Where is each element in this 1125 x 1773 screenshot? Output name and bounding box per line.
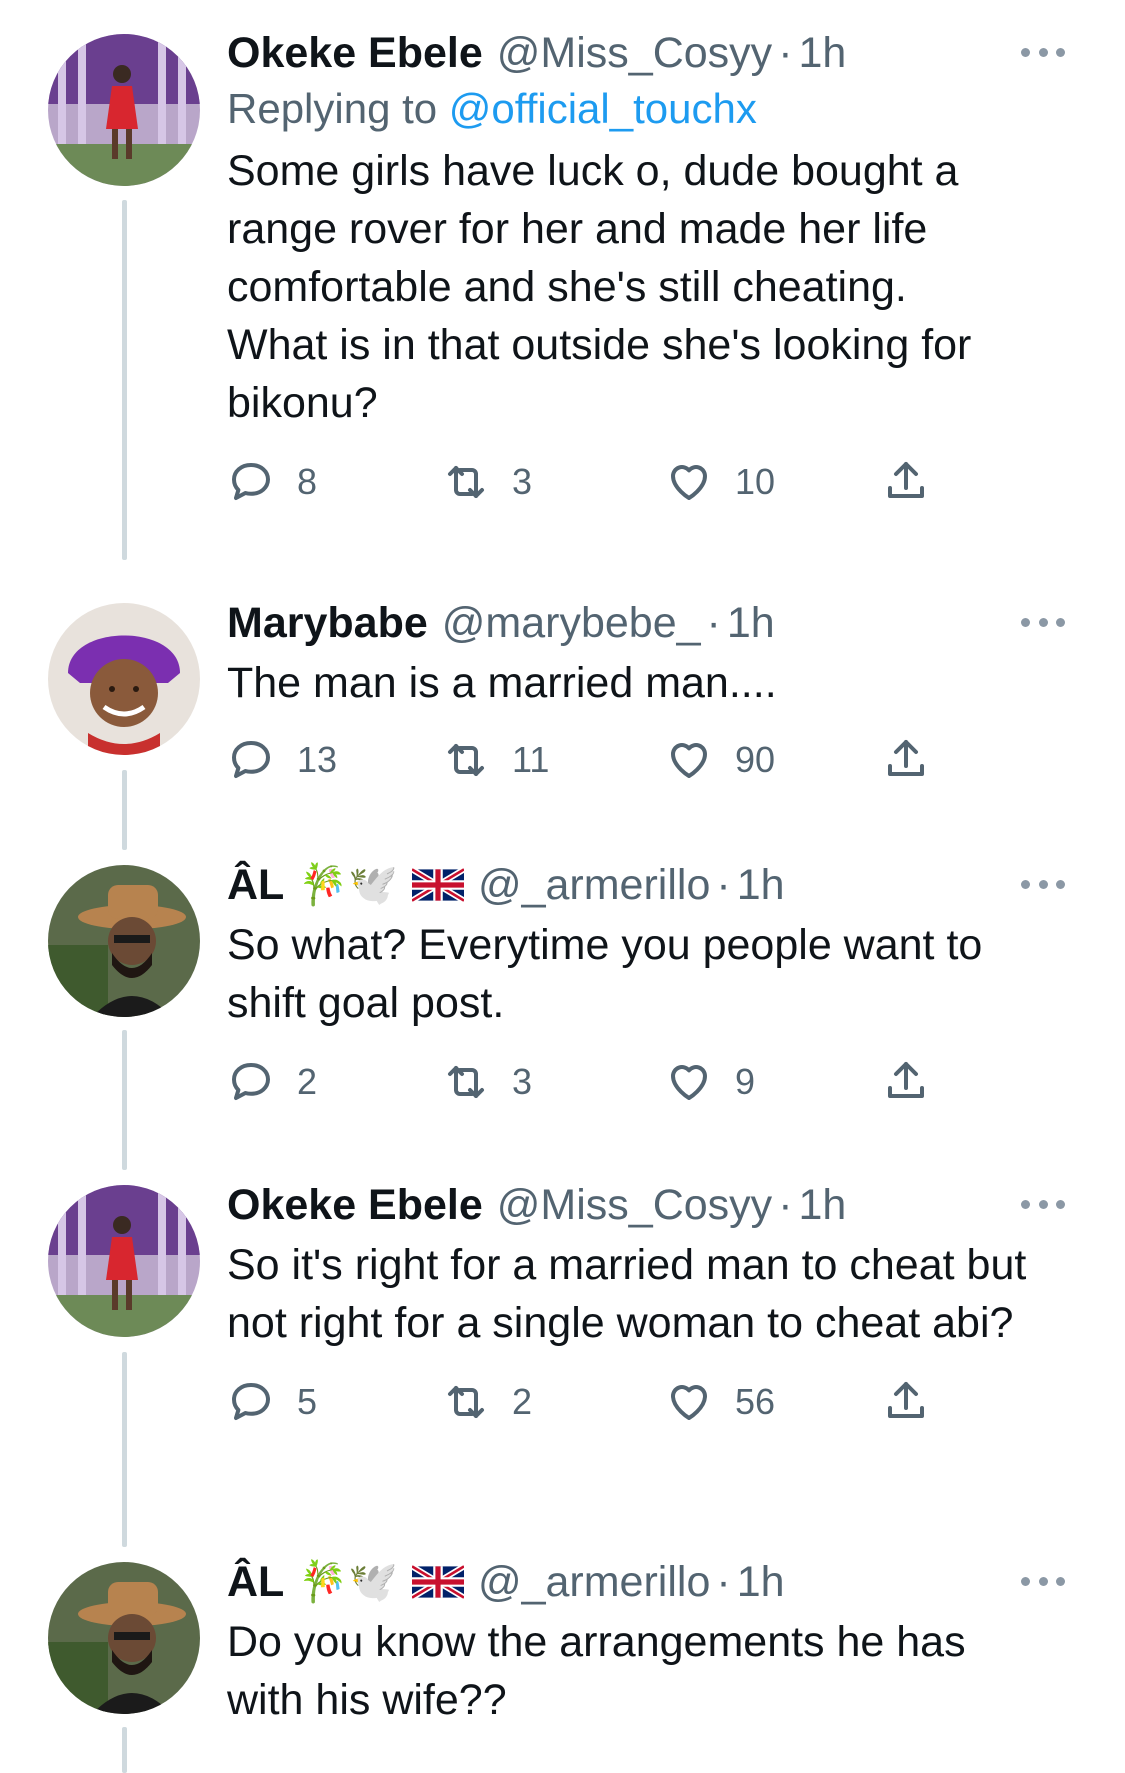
- replying-prefix: Replying to: [227, 85, 449, 132]
- retweet-icon: [442, 736, 490, 784]
- author-name[interactable]: Okeke Ebele: [227, 1178, 483, 1232]
- name-emojis: 🎋🕊️: [298, 1560, 398, 1604]
- author-handle[interactable]: @_armerillo: [478, 1555, 710, 1609]
- retweet-icon: [442, 1378, 490, 1426]
- avatar[interactable]: [48, 1185, 200, 1337]
- like-count: 56: [735, 1381, 776, 1422]
- like-count: 90: [735, 739, 776, 780]
- author-name[interactable]: Okeke Ebele: [227, 26, 483, 80]
- reply-count: 2: [297, 1061, 318, 1102]
- share-icon: [882, 458, 930, 506]
- author-handle[interactable]: @Miss_Cosyy: [497, 26, 772, 80]
- retweet-count: 2: [512, 1381, 533, 1422]
- avatar[interactable]: [48, 1562, 200, 1714]
- author-name[interactable]: ÂL: [227, 858, 284, 912]
- share-button[interactable]: [882, 1378, 930, 1426]
- separator-dot: ·: [716, 1558, 731, 1606]
- retweet-button[interactable]: 2: [442, 1378, 532, 1426]
- avatar[interactable]: [48, 603, 200, 755]
- reply-icon: [227, 736, 275, 784]
- thread-line: [122, 1352, 127, 1547]
- reply-count: 5: [297, 1381, 318, 1422]
- like-button[interactable]: 90: [665, 736, 775, 784]
- reply-icon: [227, 458, 275, 506]
- author-handle[interactable]: @_armerillo: [478, 858, 710, 912]
- more-icon[interactable]: [1021, 1184, 1065, 1224]
- retweet-count: 11: [512, 739, 550, 780]
- timestamp[interactable]: 1h: [737, 858, 785, 912]
- avatar[interactable]: [48, 34, 200, 186]
- reply-icon: [227, 1378, 275, 1426]
- thread-line: [122, 1030, 127, 1170]
- share-icon: [882, 736, 930, 784]
- more-icon[interactable]: [1021, 864, 1065, 904]
- action-bar: 13 11 90: [227, 736, 1065, 796]
- author-handle[interactable]: @marybebe_: [442, 596, 701, 650]
- more-icon[interactable]: [1021, 1561, 1065, 1601]
- share-icon: [882, 1378, 930, 1426]
- like-button[interactable]: 9: [665, 1058, 755, 1106]
- reply-icon: [227, 1058, 275, 1106]
- timestamp[interactable]: 1h: [727, 596, 775, 650]
- reply-button[interactable]: 8: [227, 458, 317, 506]
- reply-button[interactable]: 2: [227, 1058, 317, 1106]
- share-button[interactable]: [882, 1058, 930, 1106]
- name-emojis: 🎋🕊️: [298, 863, 398, 907]
- thread-line: [122, 200, 127, 560]
- tweet-text: Do you know the arrangements he has with…: [227, 1618, 966, 1724]
- separator-dot: ·: [706, 599, 721, 647]
- reply-button[interactable]: 13: [227, 736, 337, 784]
- like-count: 9: [735, 1061, 756, 1102]
- thread-line: [122, 1727, 127, 1773]
- more-icon[interactable]: [1021, 32, 1065, 72]
- thread-line: [122, 770, 127, 850]
- share-button[interactable]: [882, 458, 930, 506]
- tweet-text: So it's right for a married man to cheat…: [227, 1241, 1027, 1347]
- share-button[interactable]: [882, 736, 930, 784]
- retweet-count: 3: [512, 1061, 533, 1102]
- reply-count: 13: [297, 739, 338, 780]
- separator-dot: ·: [778, 1181, 793, 1229]
- uk-flag-icon: [412, 868, 464, 902]
- retweet-count: 3: [512, 461, 533, 502]
- like-button[interactable]: 56: [665, 1378, 775, 1426]
- retweet-button[interactable]: 3: [442, 458, 532, 506]
- like-button[interactable]: 10: [665, 458, 775, 506]
- tweet-text: So what? Everytime you people want to sh…: [227, 921, 983, 1027]
- action-bar: 2 3 9: [227, 1058, 1065, 1118]
- author-handle[interactable]: @Miss_Cosyy: [497, 1178, 772, 1232]
- mention-link[interactable]: @official_touchx: [449, 85, 757, 132]
- tweet-text: The man is a married man....: [227, 659, 777, 707]
- more-icon[interactable]: [1021, 602, 1065, 642]
- retweet-icon: [442, 1058, 490, 1106]
- retweet-button[interactable]: 11: [442, 736, 549, 784]
- heart-icon: [665, 458, 713, 506]
- action-bar: 8 3 10: [227, 458, 1065, 518]
- tweet-text: Some girls have luck o, dude bought a ra…: [227, 147, 972, 427]
- heart-icon: [665, 736, 713, 784]
- heart-icon: [665, 1058, 713, 1106]
- timestamp[interactable]: 1h: [799, 1178, 847, 1232]
- reply-count: 8: [297, 461, 318, 502]
- avatar[interactable]: [48, 865, 200, 1017]
- author-name[interactable]: ÂL: [227, 1555, 284, 1609]
- retweet-icon: [442, 458, 490, 506]
- action-bar: 5 2 56: [227, 1378, 1065, 1438]
- reply-button[interactable]: 5: [227, 1378, 317, 1426]
- uk-flag-icon: [412, 1565, 464, 1599]
- replying-to: Replying to @official_touchx: [227, 80, 1065, 138]
- timestamp[interactable]: 1h: [737, 1555, 785, 1609]
- heart-icon: [665, 1378, 713, 1426]
- author-name[interactable]: Marybabe: [227, 596, 428, 650]
- retweet-button[interactable]: 3: [442, 1058, 532, 1106]
- like-count: 10: [735, 461, 776, 502]
- timestamp[interactable]: 1h: [799, 26, 847, 80]
- share-icon: [882, 1058, 930, 1106]
- separator-dot: ·: [716, 861, 731, 909]
- separator-dot: ·: [778, 29, 793, 77]
